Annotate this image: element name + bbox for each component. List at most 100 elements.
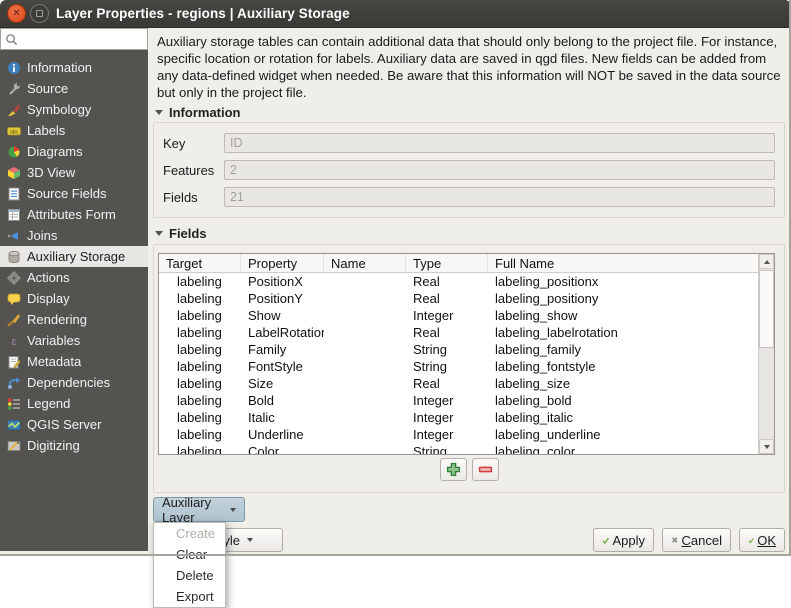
cell-property: FontStyle <box>241 358 324 375</box>
cancel-button[interactable]: Cancel <box>662 528 731 552</box>
sidebar-item-auxiliary-storage[interactable]: Auxiliary Storage <box>0 246 148 267</box>
sidebar-item-actions[interactable]: Actions <box>0 267 148 288</box>
cell-property: Bold <box>241 392 324 409</box>
cell-full-name: labeling_color <box>488 443 758 455</box>
digitizing-icon <box>6 438 21 453</box>
menu-item-delete[interactable]: Delete <box>154 565 225 586</box>
table-row[interactable]: labeling Family String labeling_family <box>159 341 758 358</box>
scroll-down-button[interactable] <box>759 439 774 454</box>
table-row[interactable]: labeling Size Real labeling_size <box>159 375 758 392</box>
sidebar-item-digitizing[interactable]: Digitizing <box>0 435 148 456</box>
scroll-up-button[interactable] <box>759 254 774 269</box>
features-label: Features <box>163 163 214 178</box>
sidebar-item-display[interactable]: Display <box>0 288 148 309</box>
menu-item-export[interactable]: Export <box>154 586 225 607</box>
cell-type: Real <box>406 375 488 392</box>
legend-icon <box>6 396 21 411</box>
sidebar-item-information[interactable]: Information <box>0 57 148 78</box>
column-header-target[interactable]: Target <box>159 254 241 272</box>
sidebar-item-3d-view[interactable]: 3D View <box>0 162 148 183</box>
cell-type: Integer <box>406 307 488 324</box>
fields-count-label: Fields <box>163 190 198 205</box>
fields-section-header[interactable]: Fields <box>155 226 207 241</box>
table-vertical-scrollbar[interactable] <box>758 254 774 454</box>
auxiliary-layer-dropdown-button[interactable]: Auxiliary Layer <box>153 497 245 522</box>
cell-name <box>324 341 406 358</box>
cell-property: LabelRotation <box>241 324 324 341</box>
column-header-name[interactable]: Name <box>324 254 406 272</box>
sidebar-item-joins[interactable]: Joins <box>0 225 148 246</box>
column-header-property[interactable]: Property <box>241 254 324 272</box>
table-row[interactable]: labeling Italic Integer labeling_italic <box>159 409 758 426</box>
cell-target: labeling <box>159 307 241 324</box>
sidebar-item-label: QGIS Server <box>27 417 101 432</box>
sidebar-item-attributes-form[interactable]: Attributes Form <box>0 204 148 225</box>
cell-type: Real <box>406 324 488 341</box>
table-row[interactable]: labeling PositionX Real labeling_positio… <box>159 273 758 290</box>
features-field: 2 <box>224 160 775 180</box>
cell-type: Real <box>406 290 488 307</box>
sidebar-item-symbology[interactable]: Symbology <box>0 99 148 120</box>
window-close-button[interactable]: ✕ <box>7 4 26 23</box>
cell-target: labeling <box>159 324 241 341</box>
cell-type: Integer <box>406 409 488 426</box>
sidebar-item-label: Source Fields <box>27 186 106 201</box>
actions-icon <box>6 270 21 285</box>
sidebar-item-rendering[interactable]: Rendering <box>0 309 148 330</box>
add-field-button[interactable] <box>440 458 467 481</box>
x-icon <box>671 534 679 546</box>
information-section-header[interactable]: Information <box>155 105 241 120</box>
sidebar-item-label: Legend <box>27 396 70 411</box>
table-row[interactable]: labeling Bold Integer labeling_bold <box>159 392 758 409</box>
table-row[interactable]: labeling Color String labeling_color <box>159 443 758 455</box>
menu-item-clear[interactable]: Clear <box>154 544 225 565</box>
maximize-icon <box>36 10 43 17</box>
cell-full-name: labeling_labelrotation <box>488 324 758 341</box>
sidebar-search[interactable] <box>0 28 148 50</box>
sidebar-item-dependencies[interactable]: Dependencies <box>0 372 148 393</box>
scrollbar-thumb[interactable] <box>759 270 774 348</box>
sidebar-item-metadata[interactable]: Metadata <box>0 351 148 372</box>
source-fields-icon <box>6 186 21 201</box>
cell-type: Integer <box>406 426 488 443</box>
window-title: Layer Properties - regions | Auxiliary S… <box>56 0 350 28</box>
table-row[interactable]: labeling LabelRotation Real labeling_lab… <box>159 324 758 341</box>
rendering-icon <box>6 312 21 327</box>
ok-button[interactable]: OK <box>739 528 785 552</box>
auxiliary-storage-description: Auxiliary storage tables can contain add… <box>157 33 785 101</box>
table-row[interactable]: labeling Underline Integer labeling_unde… <box>159 426 758 443</box>
table-row[interactable]: labeling PositionY Real labeling_positio… <box>159 290 758 307</box>
check-icon <box>748 534 754 547</box>
metadata-icon <box>6 354 21 369</box>
sidebar-item-label: Diagrams <box>27 144 83 159</box>
sidebar-item-label: Information <box>27 60 92 75</box>
sidebar-item-label: Rendering <box>27 312 87 327</box>
window-maximize-button[interactable] <box>30 4 49 23</box>
cell-name <box>324 324 406 341</box>
auxiliary-storage-icon <box>6 249 21 264</box>
sidebar-item-qgis-server[interactable]: QGIS Server <box>0 414 148 435</box>
sidebar-item-labels[interactable]: abc Labels <box>0 120 148 141</box>
svg-text:abc: abc <box>9 129 18 135</box>
arrow-up-icon <box>764 260 770 264</box>
table-row[interactable]: labeling FontStyle String labeling_fonts… <box>159 358 758 375</box>
section-title: Information <box>169 105 241 120</box>
cell-full-name: labeling_family <box>488 341 758 358</box>
sidebar-item-variables[interactable]: ε Variables <box>0 330 148 351</box>
cell-name <box>324 307 406 324</box>
sidebar-item-source[interactable]: Source <box>0 78 148 99</box>
cell-name <box>324 375 406 392</box>
apply-button[interactable]: Apply <box>593 528 654 552</box>
fields-count-field: 21 <box>224 187 775 207</box>
svg-text:ε: ε <box>11 336 16 348</box>
remove-field-button[interactable] <box>472 458 499 481</box>
cell-property: Italic <box>241 409 324 426</box>
column-header-full-name[interactable]: Full Name <box>488 254 774 272</box>
sidebar-item-diagrams[interactable]: Diagrams <box>0 141 148 162</box>
column-header-type[interactable]: Type <box>406 254 488 272</box>
table-row[interactable]: labeling Show Integer labeling_show <box>159 307 758 324</box>
sidebar-item-source-fields[interactable]: Source Fields <box>0 183 148 204</box>
sidebar-item-legend[interactable]: Legend <box>0 393 148 414</box>
sidebar-item-label: Attributes Form <box>27 207 116 222</box>
cell-type: Real <box>406 273 488 290</box>
